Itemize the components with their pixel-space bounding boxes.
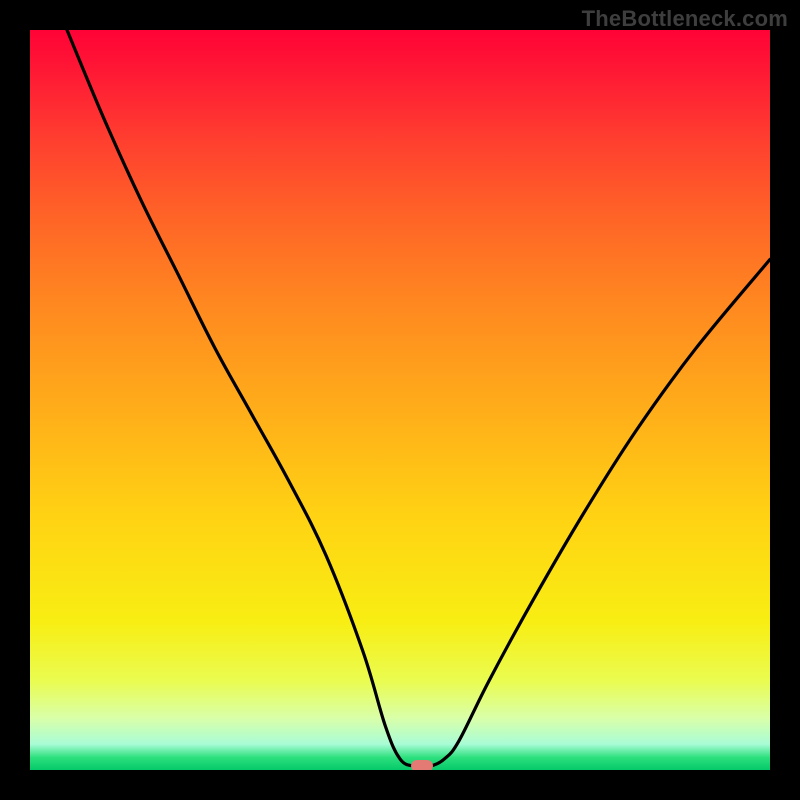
chart-frame: TheBottleneck.com [0, 0, 800, 800]
optimum-marker [411, 760, 433, 770]
watermark-text: TheBottleneck.com [582, 6, 788, 32]
bottleneck-curve-path [67, 30, 770, 767]
plot-area [30, 30, 770, 770]
curve-svg [30, 30, 770, 770]
